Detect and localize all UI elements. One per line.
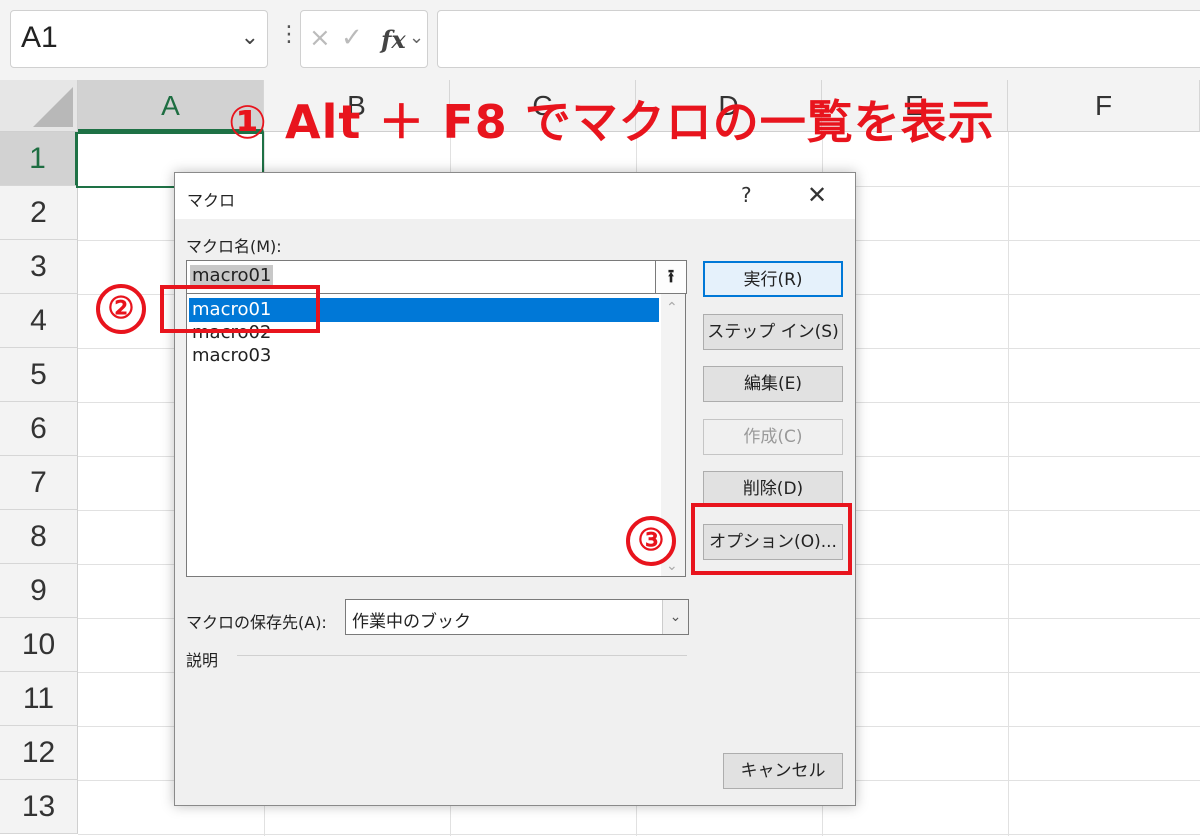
enter-icon[interactable]: ✓ bbox=[341, 23, 363, 53]
dialog-title: マクロ bbox=[187, 191, 236, 210]
row-header-10[interactable]: 10 bbox=[0, 618, 78, 672]
delete-button[interactable]: 削除(D) bbox=[703, 471, 843, 507]
insert-function-icon[interactable]: fx bbox=[381, 25, 406, 54]
row-header-12[interactable]: 12 bbox=[0, 726, 78, 780]
formula-actions: × ✓ fx ⌄ bbox=[300, 10, 428, 68]
row-header-6[interactable]: 6 bbox=[0, 402, 78, 456]
formula-toolbar: A1 ⌄ ⋮ × ✓ fx ⌄ bbox=[0, 0, 1200, 80]
formula-input[interactable] bbox=[437, 10, 1200, 68]
macro-dialog: マクロ ? ✕ マクロ名(M): macro01 ⭱ macro01 macro… bbox=[174, 172, 856, 806]
row-header-13[interactable]: 13 bbox=[0, 780, 78, 834]
edit-button[interactable]: 編集(E) bbox=[703, 366, 843, 402]
chevron-down-icon[interactable]: ⌄ bbox=[409, 27, 424, 48]
row-header-2[interactable]: 2 bbox=[0, 186, 78, 240]
chevron-down-icon[interactable]: ⌄ bbox=[662, 600, 688, 634]
create-button[interactable]: 作成(C) bbox=[703, 419, 843, 455]
location-value: 作業中のブック bbox=[352, 612, 471, 632]
step-3-highlight bbox=[691, 503, 852, 575]
dialog-titlebar: マクロ ? ✕ bbox=[175, 173, 855, 219]
row-header-11[interactable]: 11 bbox=[0, 672, 78, 726]
close-icon[interactable]: ✕ bbox=[807, 181, 827, 209]
cancel-button[interactable]: キャンセル bbox=[723, 753, 843, 789]
row-header-4[interactable]: 4 bbox=[0, 294, 78, 348]
run-button[interactable]: 実行(R) bbox=[703, 261, 843, 297]
select-all-corner[interactable] bbox=[0, 80, 78, 132]
scroll-up-icon[interactable]: ⌃ bbox=[666, 300, 678, 316]
description-label: 説明 bbox=[186, 651, 219, 670]
upload-arrow-icon[interactable]: ⭱ bbox=[655, 260, 687, 294]
list-item[interactable]: macro03 bbox=[189, 344, 659, 368]
row-header-5[interactable]: 5 bbox=[0, 348, 78, 402]
row-header-3[interactable]: 3 bbox=[0, 240, 78, 294]
step-2-highlight bbox=[160, 285, 320, 333]
row-header-7[interactable]: 7 bbox=[0, 456, 78, 510]
scroll-down-icon[interactable]: ⌄ bbox=[666, 558, 678, 574]
annotation-title: ① Alt ＋ F8 でマクロの一覧を表示 bbox=[228, 95, 995, 149]
column-header-f[interactable]: F bbox=[1008, 80, 1200, 132]
row-header-8[interactable]: 8 bbox=[0, 510, 78, 564]
macro-name-value: macro01 bbox=[190, 265, 274, 286]
step-2-badge: ② bbox=[96, 284, 146, 334]
more-options-icon[interactable]: ⋮ bbox=[278, 24, 300, 46]
name-box[interactable]: A1 ⌄ bbox=[10, 10, 268, 68]
cancel-icon[interactable]: × bbox=[309, 23, 331, 53]
name-box-value: A1 bbox=[21, 21, 58, 54]
step-3-badge: ③ bbox=[626, 516, 676, 566]
macro-name-label: マクロ名(M): bbox=[186, 237, 282, 256]
location-label: マクロの保存先(A): bbox=[186, 613, 327, 632]
description-divider bbox=[237, 655, 687, 656]
help-icon[interactable]: ? bbox=[741, 183, 752, 207]
chevron-down-icon[interactable]: ⌄ bbox=[241, 25, 259, 50]
step-in-button[interactable]: ステップ イン(S) bbox=[703, 314, 843, 350]
row-header-1[interactable]: 1 bbox=[0, 132, 78, 186]
row-header-9[interactable]: 9 bbox=[0, 564, 78, 618]
location-select[interactable]: 作業中のブック ⌄ bbox=[345, 599, 689, 635]
macro-list[interactable]: macro01 macro02 macro03 ⌃ ⌄ bbox=[186, 293, 686, 577]
